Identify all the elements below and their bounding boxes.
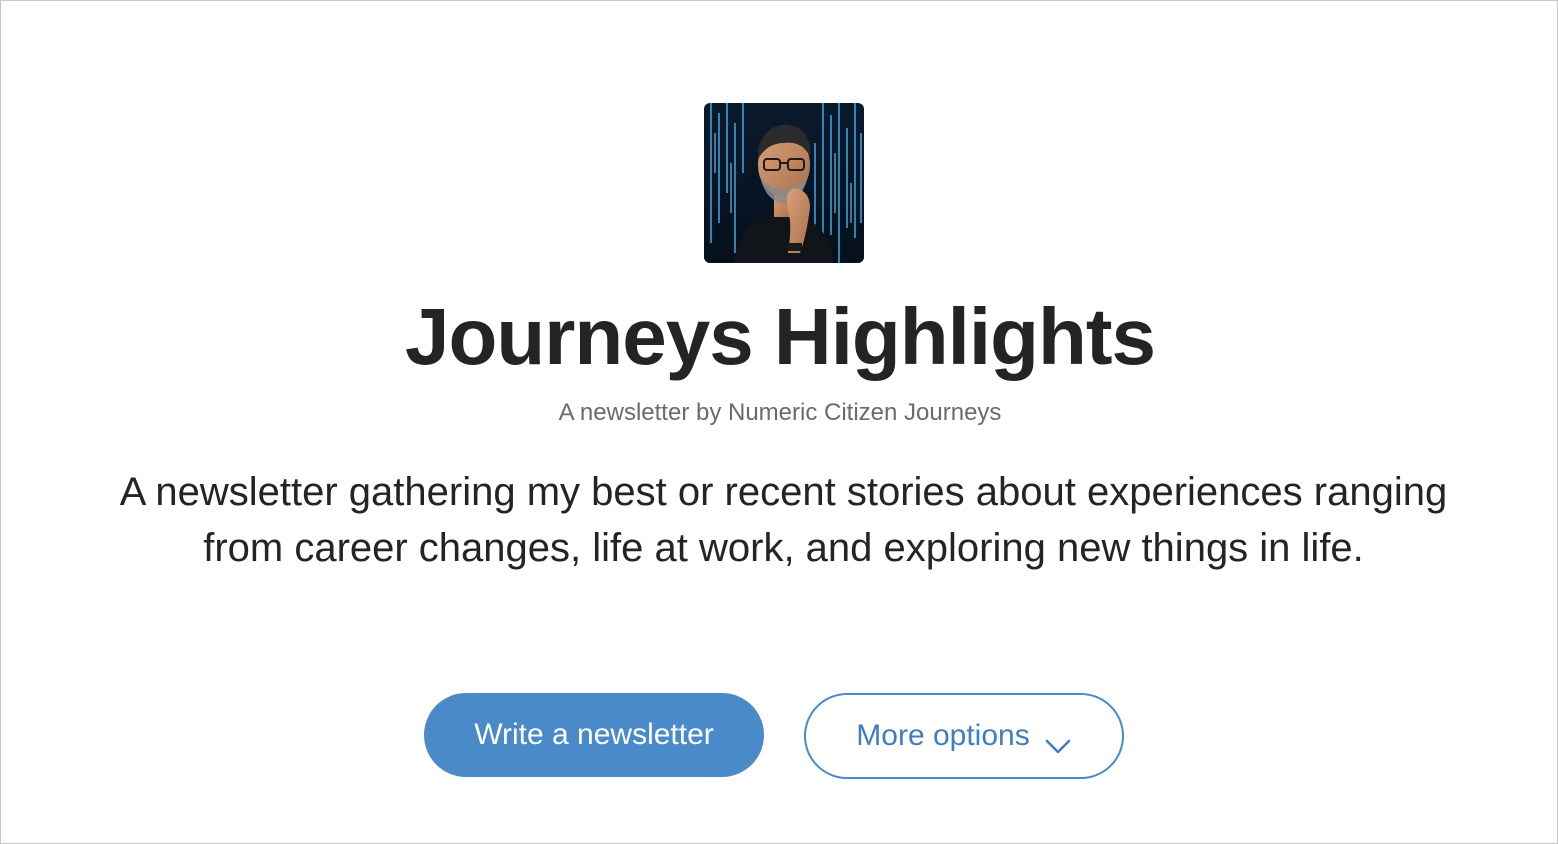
more-options-button[interactable]: More options (804, 693, 1124, 779)
write-newsletter-label: Write a newsletter (474, 718, 714, 751)
more-options-label: More options (856, 719, 1030, 752)
newsletter-avatar (704, 103, 864, 263)
newsletter-card: Journeys Highlights A newsletter by Nume… (0, 0, 1558, 844)
newsletter-byline: A newsletter by Numeric Citizen Journeys (558, 399, 1002, 426)
newsletter-description: A newsletter gathering my best or recent… (119, 470, 1448, 570)
chevron-down-icon (1044, 729, 1072, 754)
action-buttons: Write a newsletter More options (1, 693, 1558, 779)
write-newsletter-button[interactable]: Write a newsletter (424, 693, 764, 777)
avatar-image (704, 103, 864, 263)
newsletter-title: Journeys Highlights (405, 292, 1156, 381)
